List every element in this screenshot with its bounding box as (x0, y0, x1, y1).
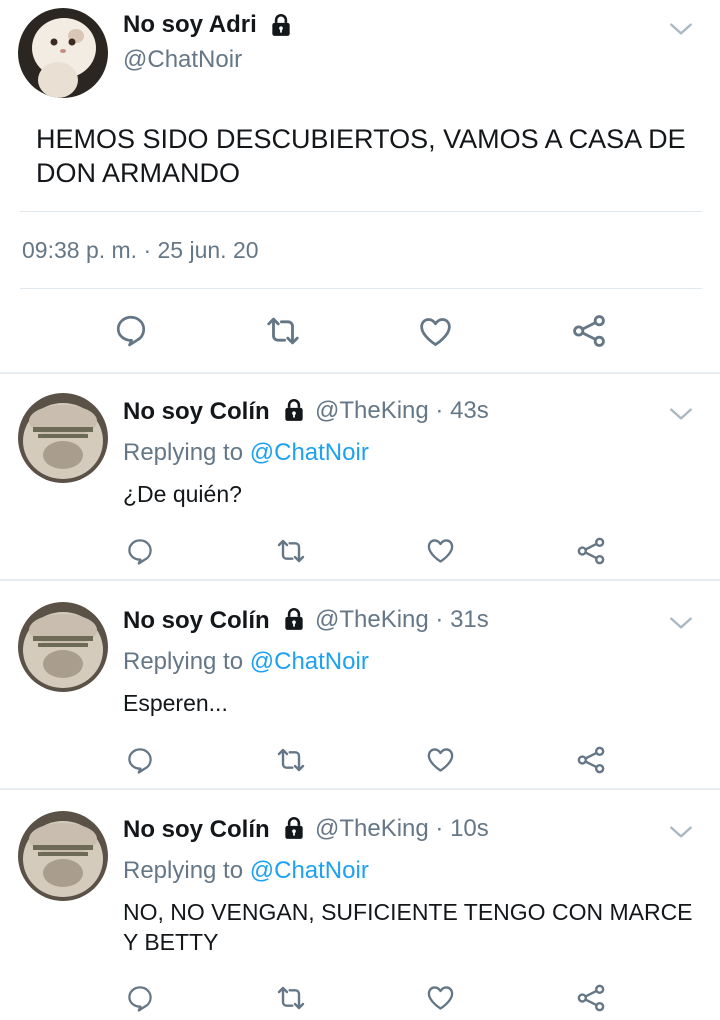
replying-to: Replying to @ChatNoir (123, 648, 369, 676)
chevron-down-icon[interactable] (668, 824, 694, 840)
like-button[interactable] (425, 535, 456, 566)
avatar[interactable] (18, 811, 108, 901)
mention-link[interactable]: @ChatNoir (250, 857, 369, 884)
mention-link[interactable]: @ChatNoir (250, 648, 369, 675)
like-icon (425, 982, 456, 1013)
share-icon (570, 312, 608, 350)
tweet-separator (0, 579, 720, 581)
mention-link[interactable]: @ChatNoir (250, 439, 369, 466)
like-button[interactable] (425, 982, 456, 1013)
author-name[interactable]: No soy Colín (123, 607, 270, 635)
reply-text: Esperen... (123, 690, 228, 716)
retweet-button[interactable] (275, 535, 307, 567)
divider (20, 288, 702, 289)
replying-to: Replying to @ChatNoir (123, 439, 369, 467)
avatar[interactable] (18, 602, 108, 692)
reply-button[interactable] (125, 983, 155, 1013)
retweet-icon (264, 312, 302, 350)
avatar[interactable] (18, 8, 108, 98)
replying-label: Replying to (123, 857, 250, 884)
reply-button[interactable] (113, 312, 149, 348)
retweet-icon (275, 982, 307, 1014)
chevron-down-icon[interactable] (668, 21, 694, 37)
avatar[interactable] (18, 393, 108, 483)
author-handle[interactable]: @ChatNoir (123, 46, 242, 74)
tweet-timestamp[interactable]: 09:38 p. m. · 25 jun. 20 (22, 237, 259, 264)
retweet-button[interactable] (264, 312, 302, 350)
share-icon (575, 744, 607, 776)
lock-icon (268, 12, 294, 38)
reply-text: NO, NO VENGAN, SUFICIENTE TENGO CON MARC… (123, 899, 693, 955)
tweet-text: HEMOS SIDO DESCUBIERTOS, VAMOS A CASA DE… (36, 124, 686, 188)
share-button[interactable] (575, 982, 607, 1014)
tweet-separator (0, 788, 720, 790)
share-icon (575, 982, 607, 1014)
like-icon (417, 313, 454, 350)
like-icon (425, 744, 456, 775)
like-icon (425, 535, 456, 566)
tweet-separator (0, 372, 720, 374)
author-handle[interactable]: @TheKing · 31s (315, 606, 489, 634)
retweet-icon (275, 535, 307, 567)
reply-icon (125, 536, 155, 566)
author-handle[interactable]: @TheKing · 43s (315, 397, 489, 425)
reply-button[interactable] (125, 745, 155, 775)
replying-to: Replying to @ChatNoir (123, 857, 369, 885)
reply-text: ¿De quién? (123, 481, 242, 507)
chevron-down-icon[interactable] (668, 406, 694, 422)
author-name[interactable]: No soy Colín (123, 816, 270, 844)
reply-icon (125, 745, 155, 775)
lock-icon (281, 606, 307, 632)
replying-label: Replying to (123, 648, 250, 675)
reply-icon (113, 312, 149, 348)
author-name[interactable]: No soy Adri (123, 11, 257, 39)
share-button[interactable] (575, 535, 607, 567)
retweet-icon (275, 744, 307, 776)
author-name[interactable]: No soy Colín (123, 398, 270, 426)
share-button[interactable] (570, 312, 608, 350)
reply-icon (125, 983, 155, 1013)
replying-label: Replying to (123, 439, 250, 466)
author-handle[interactable]: @TheKing · 10s (315, 815, 489, 843)
share-icon (575, 535, 607, 567)
retweet-button[interactable] (275, 744, 307, 776)
divider (20, 211, 702, 212)
lock-icon (281, 815, 307, 841)
like-button[interactable] (425, 744, 456, 775)
chevron-down-icon[interactable] (668, 615, 694, 631)
share-button[interactable] (575, 744, 607, 776)
retweet-button[interactable] (275, 982, 307, 1014)
like-button[interactable] (417, 313, 454, 350)
reply-button[interactable] (125, 536, 155, 566)
lock-icon (281, 397, 307, 423)
